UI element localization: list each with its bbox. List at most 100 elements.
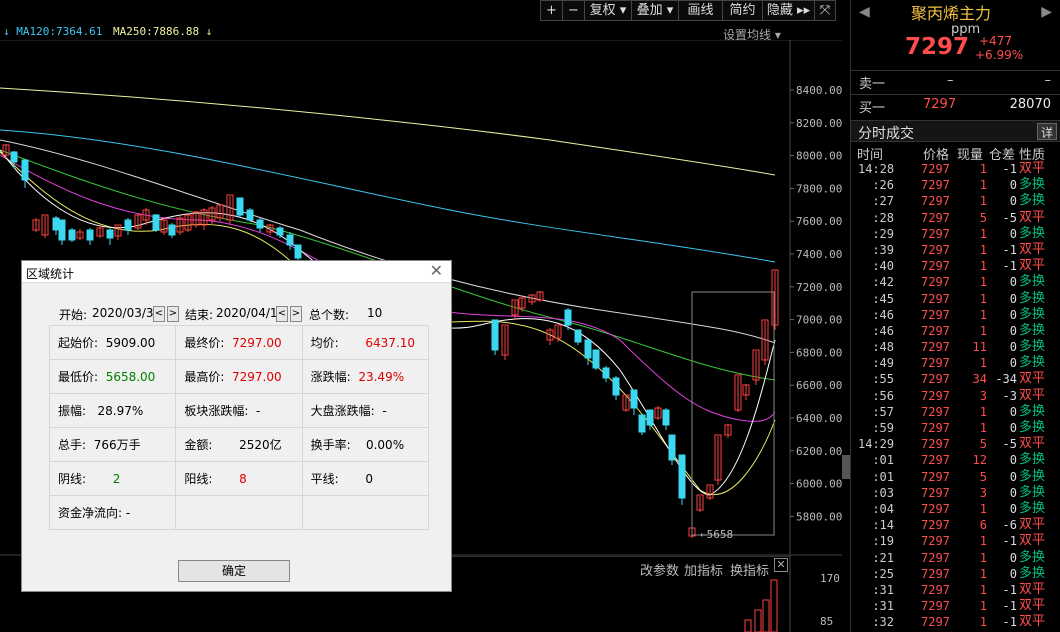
- sell1-price: –: [947, 73, 954, 88]
- tick-oi-change: -3: [1002, 388, 1017, 403]
- tick-time: :04: [872, 501, 894, 516]
- next-contract-icon[interactable]: ▶: [1041, 4, 1052, 20]
- panel-splitter-handle[interactable]: [842, 455, 850, 479]
- stat-cell: 涨跌幅: 23.49%: [301, 359, 430, 394]
- chart-toolbar: + − 复权 ▾ 叠加 ▾ 画线 简约 隐藏 ▸▸ ⤧: [540, 0, 836, 21]
- adjust-rights-dropdown[interactable]: 复权 ▾: [584, 0, 631, 21]
- tick-time: :40: [872, 259, 894, 274]
- candle-body: [276, 227, 284, 236]
- stat-cell: [175, 495, 303, 530]
- y-axis-label: 6600.00: [796, 379, 842, 392]
- candle-body: [286, 234, 294, 246]
- tick-time: :29: [872, 226, 894, 241]
- tick-oi-change: 0: [1009, 469, 1017, 484]
- buy1-price: 7297: [923, 97, 957, 112]
- tick-oi-change: -1: [1002, 615, 1017, 630]
- tick-row: :40 7297 1 -1 双平: [851, 258, 1060, 274]
- candle-body: [668, 434, 676, 461]
- tick-oi-change: 0: [1009, 404, 1017, 419]
- zoom-in-button[interactable]: +: [540, 0, 562, 21]
- tick-row: :19 7297 1 -1 双平: [851, 533, 1060, 549]
- tick-price: 7297: [921, 615, 950, 630]
- price-change-pct: +6.99%: [975, 48, 1024, 62]
- tick-type: 多换: [1019, 322, 1046, 338]
- tick-oi-change: -1: [1002, 162, 1017, 176]
- tick-time: :45: [872, 291, 894, 306]
- add-indicator-button[interactable]: 加指标: [684, 560, 723, 579]
- ma120-label: ↓ MA120:7364.61: [3, 25, 103, 38]
- tick-price: 7297: [921, 210, 950, 225]
- tick-price: 7297: [921, 178, 950, 193]
- start-prev-button[interactable]: <: [153, 306, 165, 322]
- tick-oi-change: -5: [1002, 210, 1017, 225]
- change-indicator-button[interactable]: 换指标: [730, 560, 769, 579]
- fullscreen-icon[interactable]: ⤧: [814, 0, 836, 21]
- tick-type: 双平: [1019, 371, 1046, 387]
- tick-oi-change: -1: [1002, 534, 1017, 549]
- tick-qty: 1: [979, 582, 987, 597]
- ticks-detail-button[interactable]: 详: [1037, 123, 1057, 140]
- stat-high: 7297.00: [232, 370, 282, 384]
- tick-qty: 1: [979, 275, 987, 290]
- tick-time: :42: [872, 275, 894, 290]
- draw-line-button[interactable]: 画线: [678, 0, 722, 21]
- stats-grid: 起始价: 5909.00 最终价: 7297.00 均价: 6437.10 最低…: [48, 325, 430, 530]
- close-icon[interactable]: ✕: [430, 261, 443, 280]
- tick-row: :21 7297 1 0 多换: [851, 550, 1060, 566]
- tick-type: 多换: [1019, 290, 1046, 306]
- tick-price: 7297: [921, 388, 950, 403]
- range-row: 开始: 2020/03/30 < > 结束: 2020/04/13 < > 总个…: [22, 305, 451, 325]
- tick-type: 双平: [1019, 241, 1046, 257]
- stat-cell: 换手率: 0.00%: [301, 427, 430, 462]
- close-indicator-icon[interactable]: ✕: [774, 558, 788, 572]
- stat-low: 5658.00: [105, 370, 156, 384]
- candle-body: [574, 329, 582, 343]
- stat-market: -: [382, 404, 387, 418]
- prev-contract-icon[interactable]: ◀: [859, 4, 870, 20]
- y-axis-label: 8200.00: [796, 117, 842, 130]
- hide-button[interactable]: 隐藏 ▸▸: [762, 0, 814, 21]
- overlay-dropdown[interactable]: 叠加 ▾: [631, 0, 678, 21]
- tick-price: 7297: [921, 582, 950, 597]
- ok-button[interactable]: 确定: [178, 560, 290, 582]
- tick-oi-change: -34: [995, 372, 1017, 387]
- tick-type: 多换: [1019, 193, 1046, 209]
- tick-row: 14:29 7297 5 -5 双平: [851, 436, 1060, 452]
- stat-yang: 8: [239, 472, 247, 486]
- tick-row: :25 7297 1 0 多换: [851, 566, 1060, 582]
- start-next-button[interactable]: >: [167, 306, 179, 322]
- candle-body: [52, 217, 60, 231]
- tick-oi-change: -5: [1002, 437, 1017, 452]
- tick-row: :57 7297 1 0 多换: [851, 404, 1060, 420]
- tick-qty: 5: [979, 437, 987, 452]
- tick-price: 7297: [921, 275, 950, 290]
- end-prev-button[interactable]: <: [276, 306, 288, 322]
- tick-qty: 1: [979, 194, 987, 209]
- tick-oi-change: 0: [1009, 291, 1017, 306]
- tick-oi-change: -1: [1002, 242, 1017, 257]
- zoom-out-button[interactable]: −: [562, 0, 584, 21]
- volume-bar: [762, 599, 770, 632]
- tick-oi-change: 0: [1009, 226, 1017, 241]
- candle-body: [21, 159, 29, 181]
- candle-body: [662, 409, 670, 426]
- tick-qty: 1: [979, 259, 987, 274]
- low-marker: ←5658: [700, 528, 733, 541]
- buy1-row: 买一 7297 28070: [851, 94, 1060, 116]
- tick-price: 7297: [921, 421, 950, 435]
- adjust-params-button[interactable]: 改参数: [640, 560, 679, 579]
- tick-qty: 1: [979, 162, 987, 176]
- tick-oi-change: -1: [1002, 582, 1017, 597]
- tick-type: 双平: [1019, 614, 1046, 630]
- tick-type: 多换: [1019, 468, 1046, 484]
- end-next-button[interactable]: >: [290, 306, 302, 322]
- tick-time: 14:29: [858, 437, 895, 452]
- y-axis-label: 7200.00: [796, 281, 842, 294]
- stat-cell: 均价: 6437.10: [301, 325, 430, 360]
- stat-yin: 2: [112, 472, 121, 486]
- tick-oi-change: -1: [1002, 259, 1017, 274]
- simple-mode-button[interactable]: 简约: [722, 0, 762, 21]
- indicator-toolbar: 改参数 加指标 换指标: [452, 556, 790, 579]
- candle-body: [10, 151, 18, 163]
- tick-oi-change: 0: [1009, 178, 1017, 193]
